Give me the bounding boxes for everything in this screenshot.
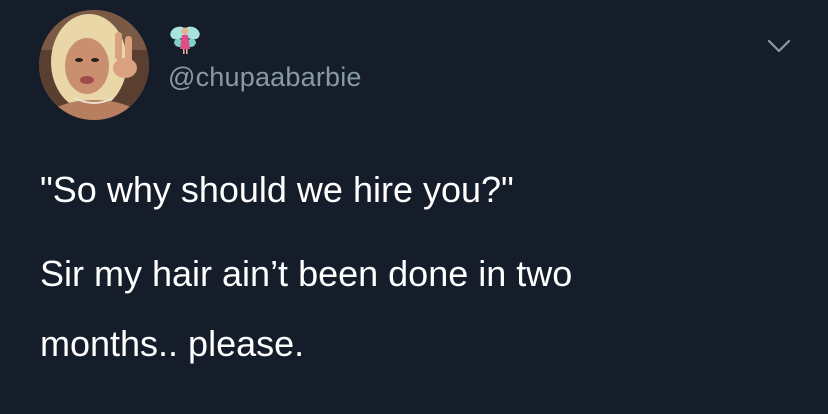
tweet-text-quote: "So why should we hire you?"	[40, 169, 514, 210]
tweet[interactable]: @chupaabarbie "So why should we hire you…	[0, 0, 828, 414]
user-handle[interactable]: @chupaabarbie	[168, 62, 362, 93]
avatar[interactable]	[39, 10, 149, 120]
fairy-icon	[168, 22, 202, 56]
tweet-text-reply-line-1: Sir my hair ain’t been done in two	[40, 253, 573, 294]
tweet-text-reply-line-2: months.. please.	[40, 323, 305, 364]
profile-photo	[39, 10, 149, 120]
chevron-down-icon[interactable]	[767, 38, 791, 54]
